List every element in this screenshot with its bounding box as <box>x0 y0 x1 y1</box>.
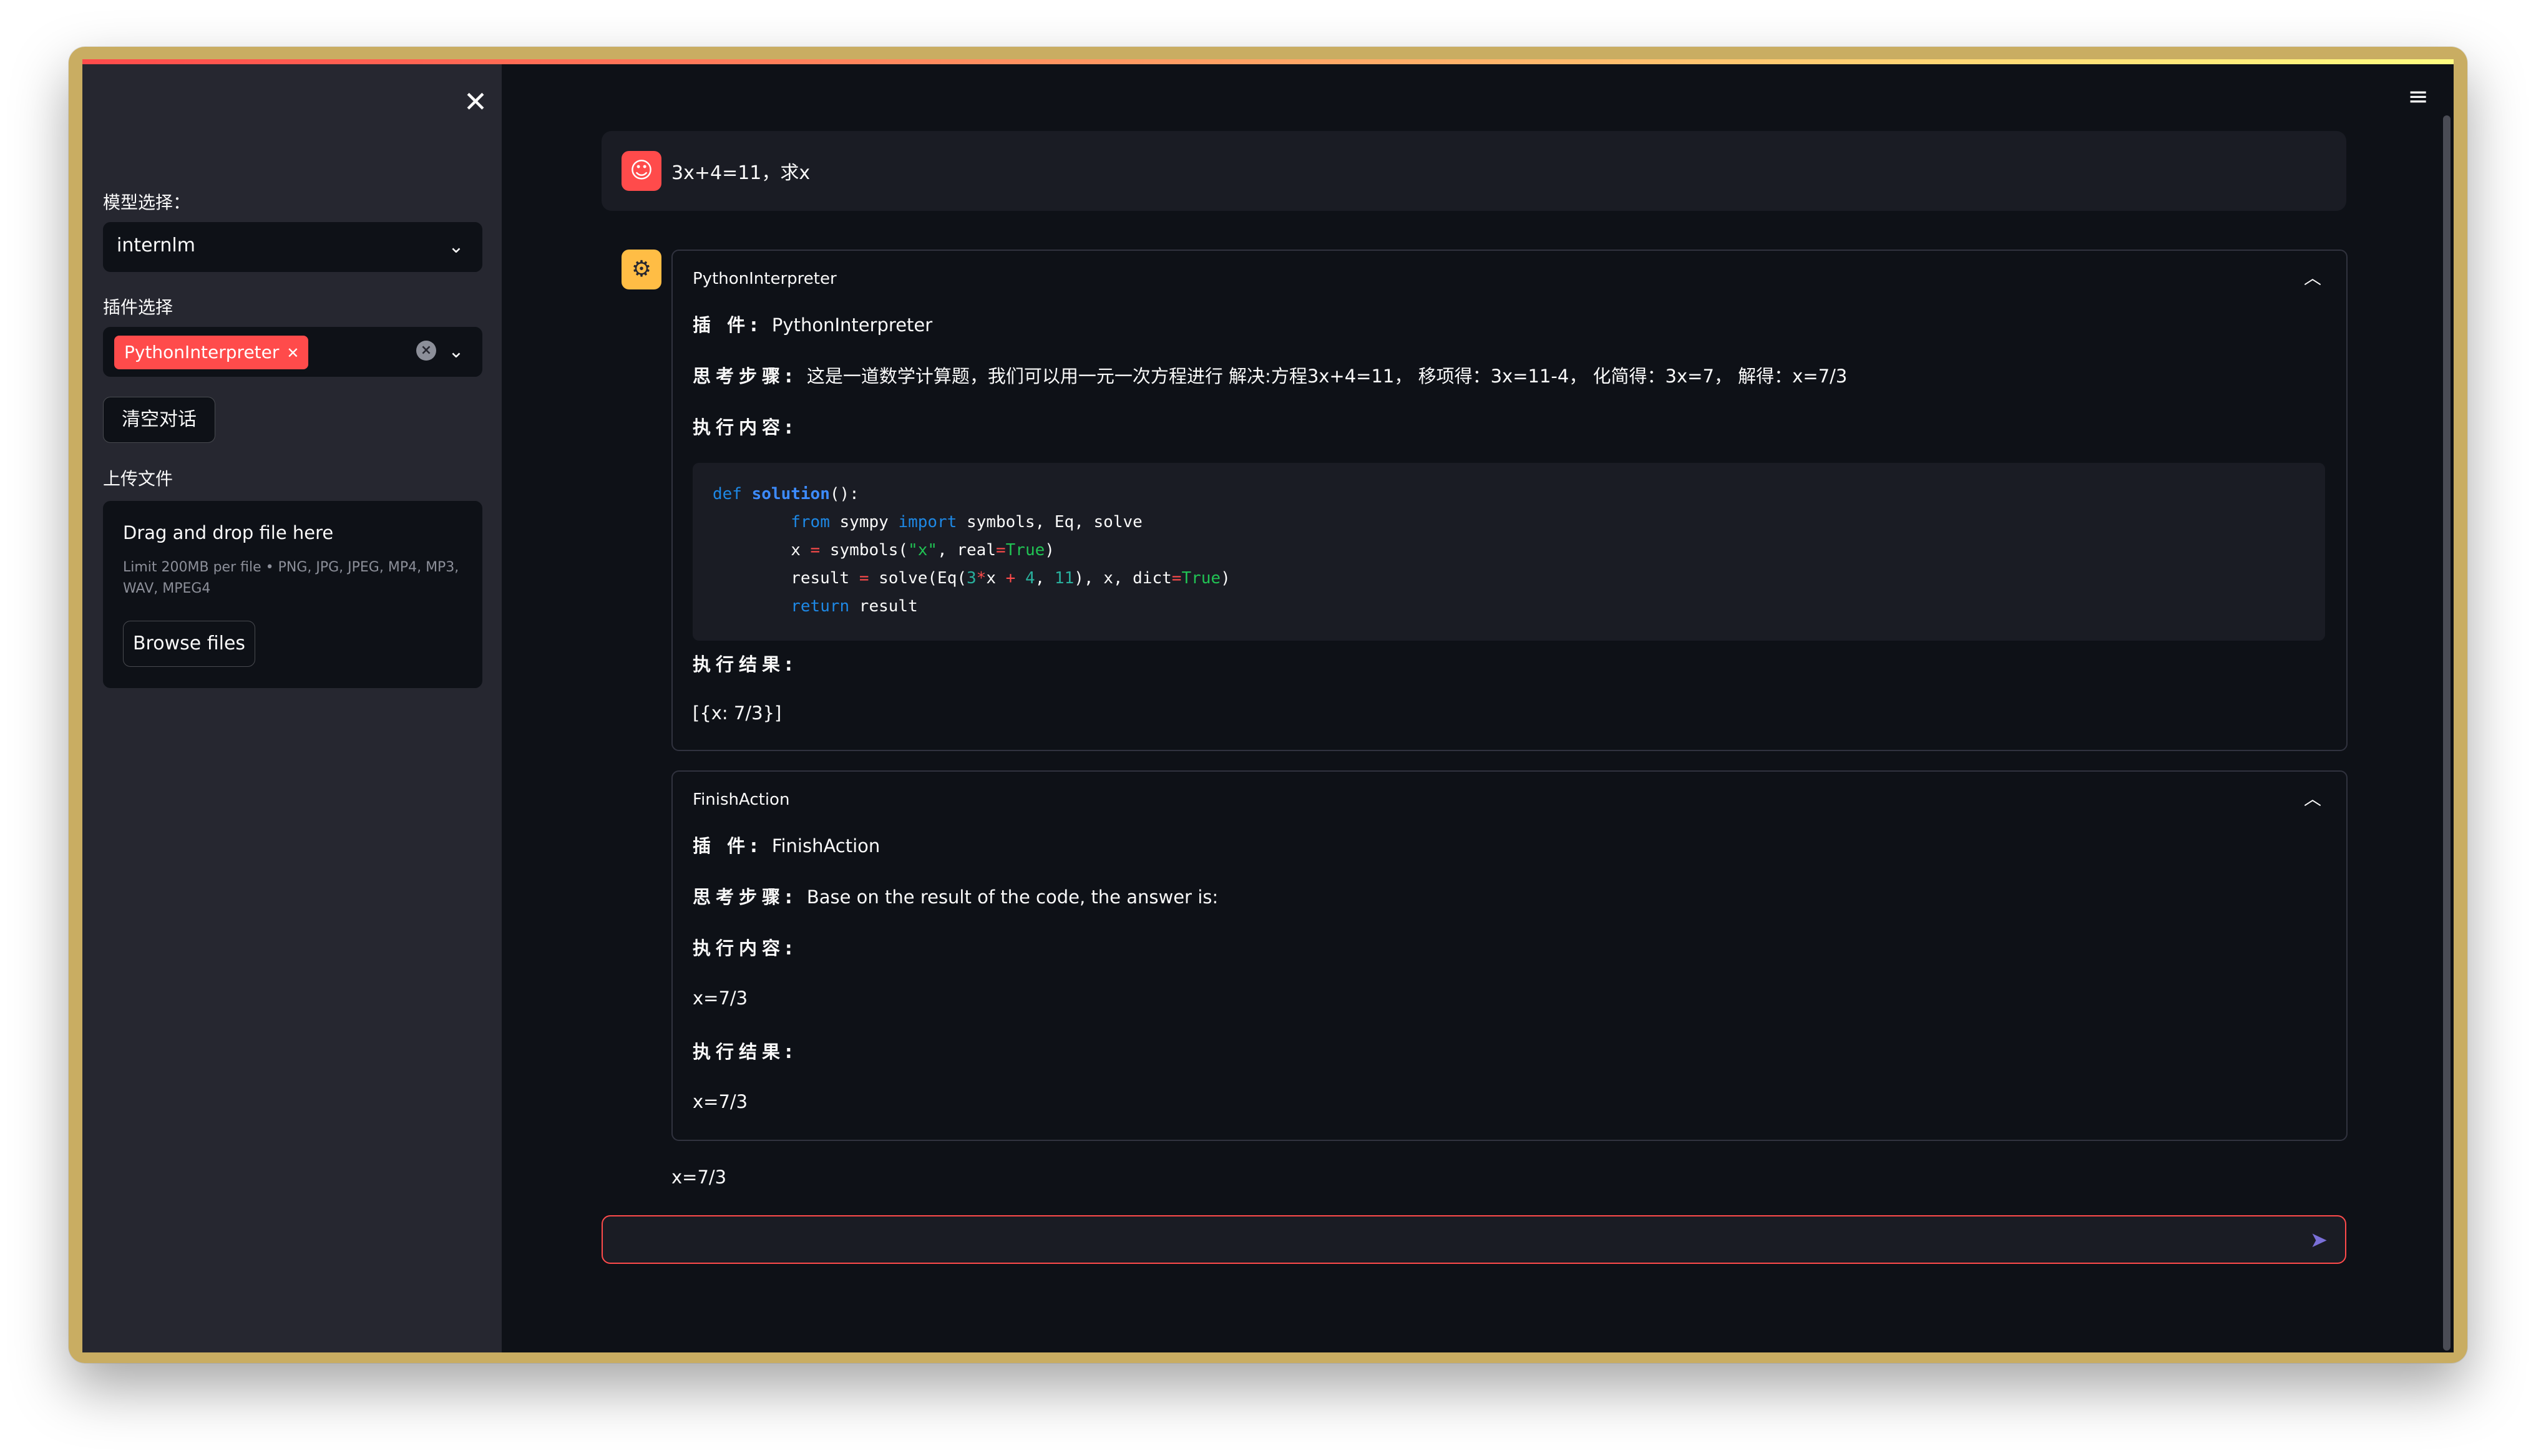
app-window: ✕ 模型选择： internlm ⌄ 插件选择 PythonInterprete… <box>82 59 2454 1352</box>
code-block: def solution(): from sympy import symbol… <box>693 463 2325 641</box>
browse-files-button[interactable]: Browse files <box>123 621 255 667</box>
thought-row-label: 思考步骤: <box>693 886 797 908</box>
plugin-tag[interactable]: PythonInterpreter ✕ <box>114 336 308 369</box>
file-dropzone[interactable]: Drag and drop file here Limit 200MB per … <box>103 501 482 688</box>
plugin-row-label: 插 件: <box>693 835 763 857</box>
close-icon[interactable]: ✕ <box>460 86 491 117</box>
clear-selection-icon[interactable]: × <box>416 341 436 361</box>
expander-title: FinishAction <box>693 790 790 809</box>
thought-row: 思考步骤: Base on the result of the code, th… <box>693 883 1218 909</box>
clear-conversation-button[interactable]: 清空对话 <box>103 397 215 443</box>
top-decoration-bar <box>82 59 2454 64</box>
result-row-label: 执行结果: <box>693 1041 797 1062</box>
plugin-select-label: 插件选择 <box>103 297 173 318</box>
plugin-tag-label: PythonInterpreter <box>124 342 280 362</box>
user-message: ☺ 3x+4=11，求x <box>602 131 2346 211</box>
upload-label: 上传文件 <box>103 468 173 489</box>
expander-python-interpreter[interactable]: PythonInterpreter ︿ 插 件: PythonInterpret… <box>671 250 2348 751</box>
result-value: x=7/3 <box>693 1091 748 1112</box>
content-row-label: 执行内容: <box>693 938 797 959</box>
hamburger-menu-icon[interactable]: ≡ <box>2402 81 2434 112</box>
dropzone-title: Drag and drop file here <box>123 522 334 543</box>
tag-remove-icon[interactable]: ✕ <box>286 344 299 362</box>
user-message-text: 3x+4=11，求x <box>671 162 811 184</box>
sidebar: ✕ 模型选择： internlm ⌄ 插件选择 PythonInterprete… <box>82 64 502 1352</box>
plugin-row-value: PythonInterpreter <box>771 314 933 336</box>
thought-row: 思考步骤: 这是一道数学计算题，我们可以用一元一次方程进行 解决:方程3x+4=… <box>693 362 1847 388</box>
scrollbar[interactable] <box>2443 115 2451 1351</box>
result-row: 执行结果: <box>693 650 801 676</box>
result-row: 执行结果: <box>693 1037 801 1064</box>
plugin-row-label: 插 件: <box>693 314 763 336</box>
plugin-multiselect[interactable]: PythonInterpreter ✕ × ⌄ <box>103 327 482 377</box>
user-face-icon: ☺ <box>622 151 661 191</box>
thought-row-value: Base on the result of the code, the answ… <box>806 886 1219 908</box>
plugin-row: 插 件: PythonInterpreter <box>693 311 932 337</box>
expander-title: PythonInterpreter <box>693 269 837 288</box>
expander-finish-action[interactable]: FinishAction ︿ 插 件: FinishAction 思考步骤: B… <box>671 770 2348 1141</box>
send-icon[interactable]: ➤ <box>2305 1226 2333 1254</box>
chat-input[interactable]: ➤ <box>602 1215 2346 1264</box>
final-answer: x=7/3 <box>671 1167 727 1188</box>
plugin-row: 插 件: FinishAction <box>693 832 880 858</box>
chevron-down-icon: ⌄ <box>448 341 464 362</box>
thought-row-value: 这是一道数学计算题，我们可以用一元一次方程进行 解决:方程3x+4=11， 移项… <box>806 366 1848 387</box>
content-value: x=7/3 <box>693 988 748 1009</box>
model-select-value: internlm <box>117 235 195 256</box>
thought-row-label: 思考步骤: <box>693 366 797 387</box>
robot-icon: ⚙ <box>622 250 661 289</box>
model-select-label: 模型选择： <box>103 192 191 213</box>
content-row: 执行内容: <box>693 934 801 960</box>
dropzone-limit: Limit 200MB per file • PNG, JPG, JPEG, M… <box>123 560 459 596</box>
chevron-down-icon: ⌄ <box>448 236 464 258</box>
model-select[interactable]: internlm ⌄ <box>103 222 482 272</box>
content-row: 执行内容: <box>693 413 801 439</box>
chevron-up-icon[interactable]: ︿ <box>2304 785 2321 810</box>
content-row-label: 执行内容: <box>693 417 797 438</box>
plugin-row-value: FinishAction <box>771 835 880 857</box>
chevron-up-icon[interactable]: ︿ <box>2304 265 2321 289</box>
code-text: def solution(): from sympy import symbol… <box>713 485 1231 616</box>
result-row-label: 执行结果: <box>693 654 797 675</box>
result-value: [{x: 7/3}] <box>693 702 782 724</box>
